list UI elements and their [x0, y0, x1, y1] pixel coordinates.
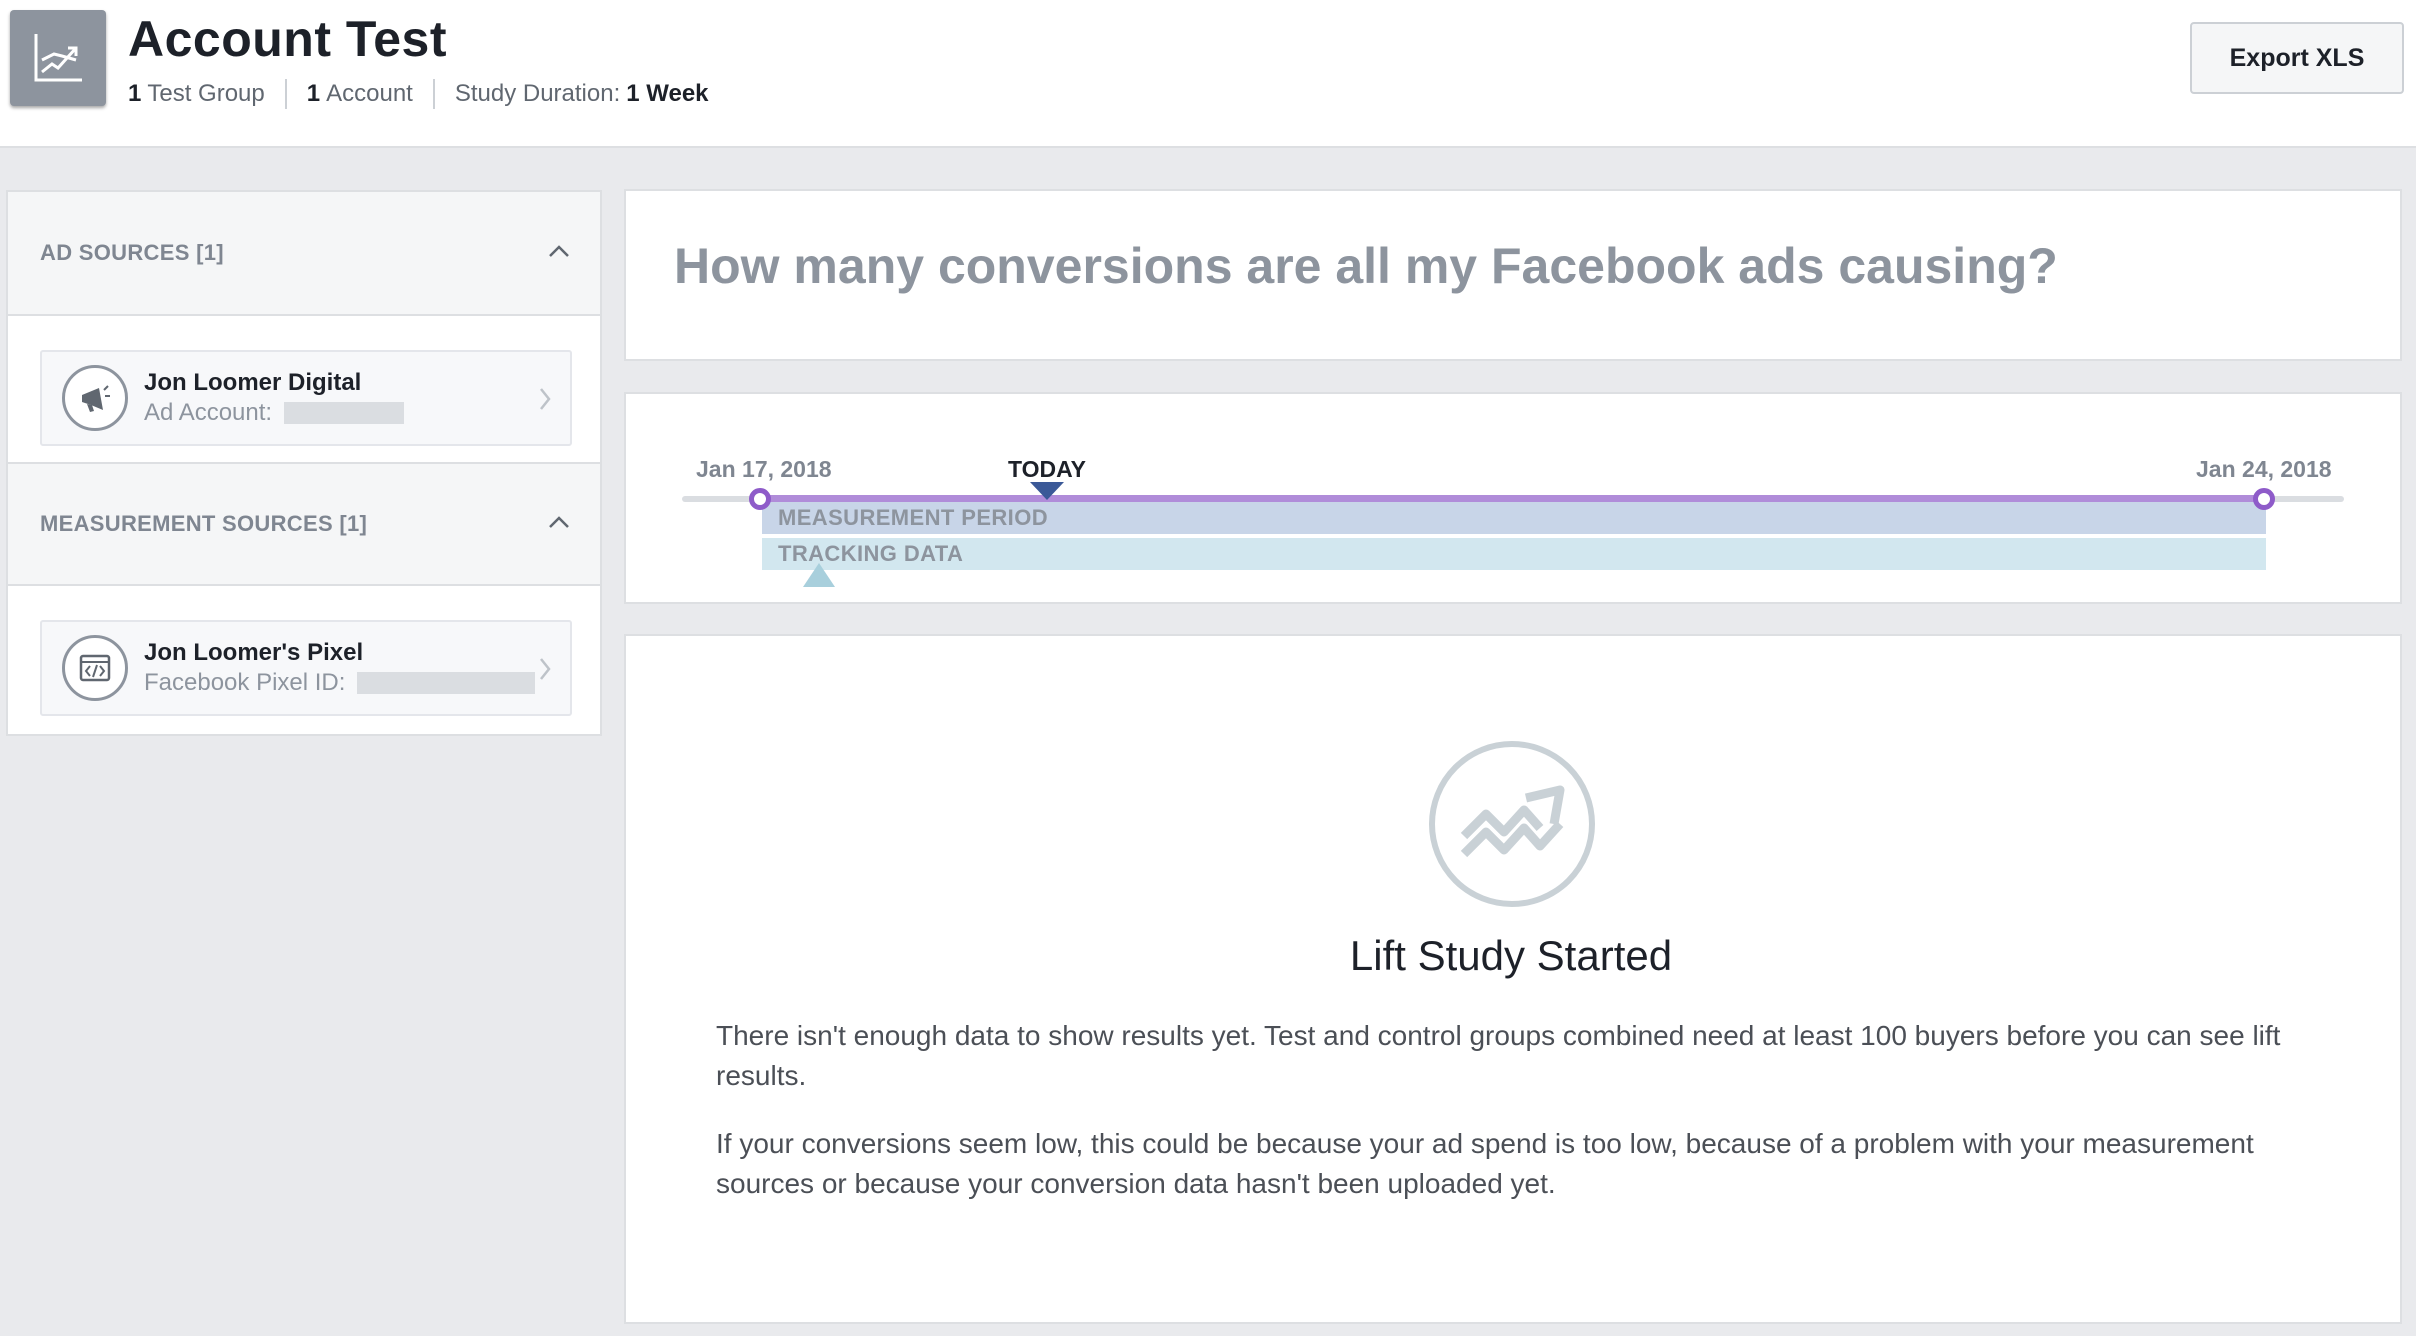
- trend-chart-icon: [1428, 740, 1596, 908]
- measurement-source-card[interactable]: Jon Loomer's Pixel Facebook Pixel ID:: [40, 620, 572, 716]
- redacted-value: [357, 672, 536, 694]
- export-xls-button[interactable]: Export XLS: [2190, 22, 2404, 94]
- ad-sources-header[interactable]: AD SOURCES [1]: [8, 192, 600, 316]
- redacted-value: [284, 402, 405, 424]
- sources-sidebar: AD SOURCES [1] Jon Loomer Digital Ad Acc…: [6, 190, 602, 736]
- test-group-count: 1 Test Group: [128, 80, 265, 107]
- question-panel: How many conversions are all my Facebook…: [624, 189, 2402, 361]
- result-message: There isn't enough data to show results …: [716, 1020, 2281, 1091]
- megaphone-icon: [62, 365, 128, 431]
- result-title: Lift Study Started: [1349, 932, 1673, 979]
- page-title: Account Test: [128, 11, 447, 67]
- measurement-sources-header[interactable]: MEASUREMENT SOURCES [1]: [8, 462, 600, 586]
- ad-source-name: Jon Loomer Digital: [144, 369, 362, 396]
- ad-source-card[interactable]: Jon Loomer Digital Ad Account:: [40, 350, 572, 446]
- code-icon: [62, 635, 128, 701]
- pixel-id: Facebook Pixel ID:: [144, 668, 536, 698]
- today-marker-icon: [1030, 482, 1064, 500]
- meta-divider: [284, 79, 287, 109]
- start-node: [749, 488, 771, 510]
- study-duration: Study Duration: 1 Week: [454, 80, 709, 107]
- tracking-data-bar: TRACKING DATA: [762, 538, 2266, 570]
- study-meta: 1 Test Group 1 Account Study Duration: 1…: [128, 78, 715, 110]
- measurement-period-bar: MEASUREMENT PERIOD: [762, 502, 2266, 534]
- chevron-up-icon[interactable]: [548, 244, 570, 263]
- tracking-marker-icon: [803, 563, 835, 587]
- today-label: TODAY: [1008, 456, 1086, 482]
- timeline-panel: Jan 17, 2018 TODAY Jan 24, 2018 MEASUREM…: [624, 392, 2402, 604]
- end-date: Jan 24, 2018: [2196, 456, 2332, 482]
- account-count: 1 Account: [306, 80, 413, 107]
- end-node: [2253, 488, 2275, 510]
- result-panel: Lift Study Started There isn't enough da…: [624, 634, 2402, 1324]
- chevron-up-icon[interactable]: [548, 515, 570, 534]
- study-question: How many conversions are all my Facebook…: [674, 238, 2058, 294]
- measurement-source-name: Jon Loomer's Pixel: [144, 639, 364, 666]
- study-period-line: [760, 495, 2264, 502]
- meta-divider: [432, 79, 435, 109]
- chevron-right-icon: [538, 386, 552, 417]
- chevron-right-icon: [538, 656, 552, 687]
- start-date: Jan 17, 2018: [696, 456, 832, 482]
- result-hint: If your conversions seem low, this could…: [716, 1128, 2254, 1199]
- page-header: Account Test 1 Test Group 1 Account Stud…: [0, 0, 2416, 148]
- ad-account-id: Ad Account:: [144, 398, 405, 428]
- line-chart-icon: [10, 10, 106, 106]
